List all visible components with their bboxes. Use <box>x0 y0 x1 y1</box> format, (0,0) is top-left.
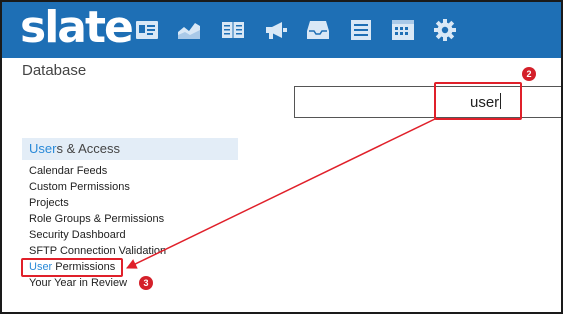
section-header-label: s & Access <box>56 141 121 156</box>
calendar-grid-icon[interactable] <box>391 19 415 41</box>
result-projects[interactable]: Projects <box>29 195 166 211</box>
result-label: Permissions <box>52 261 116 273</box>
megaphone-icon[interactable] <box>264 19 288 41</box>
search-match-highlight: User <box>29 141 57 156</box>
book-icon[interactable] <box>221 19 245 41</box>
annotation-badge-2: 2 <box>522 67 536 81</box>
search-results-list: Calendar Feeds Custom Permissions Projec… <box>29 163 166 291</box>
page-title: Database <box>22 62 87 79</box>
search-input[interactable] <box>294 86 563 118</box>
top-nav-bar: slate <box>2 2 561 58</box>
result-role-groups-permissions[interactable]: Role Groups & Permissions <box>29 211 166 227</box>
gear-icon[interactable] <box>433 19 457 41</box>
result-custom-permissions[interactable]: Custom Permissions <box>29 179 166 195</box>
result-security-dashboard[interactable]: Security Dashboard <box>29 227 166 243</box>
section-header-users-access: Users & Access <box>22 138 238 160</box>
result-sftp-connection-validation[interactable]: SFTP Connection Validation <box>29 243 166 259</box>
annotation-badge-3: 3 <box>139 276 153 290</box>
inbox-tray-icon[interactable] <box>306 19 330 41</box>
area-chart-icon[interactable] <box>177 19 201 41</box>
search-match-highlight: User <box>29 261 53 273</box>
result-user-permissions[interactable]: User Permissions <box>29 259 166 275</box>
contact-card-icon[interactable] <box>135 19 159 41</box>
slate-logo[interactable]: slate <box>20 3 134 53</box>
list-icon[interactable] <box>349 19 373 41</box>
result-calendar-feeds[interactable]: Calendar Feeds <box>29 163 166 179</box>
text-caret <box>500 93 502 109</box>
search-input-value[interactable]: user <box>470 93 502 111</box>
